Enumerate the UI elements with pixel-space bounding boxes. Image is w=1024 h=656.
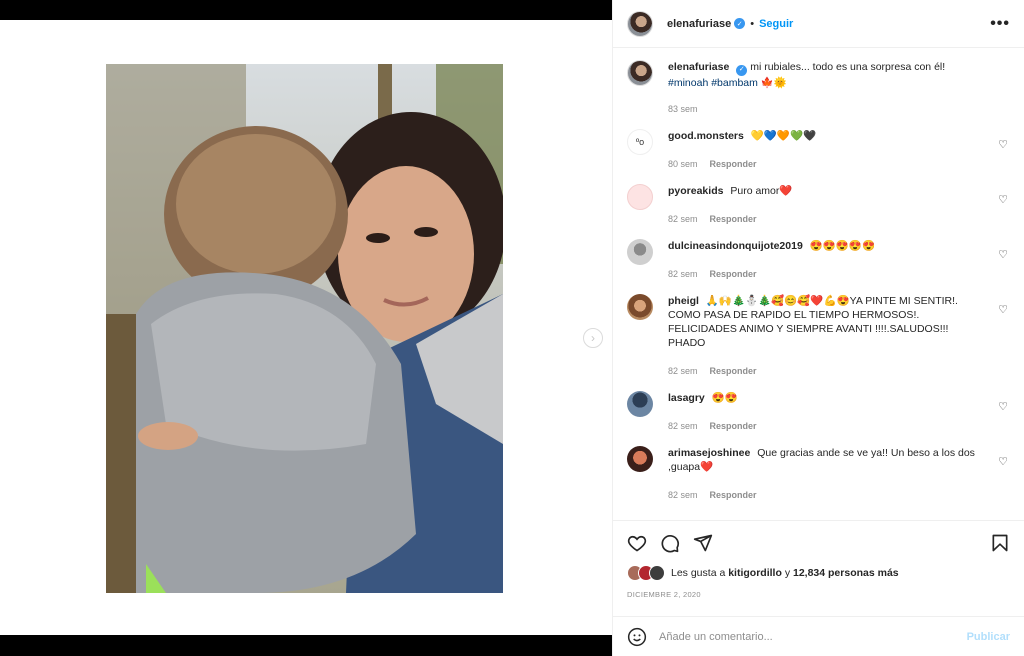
likes-count[interactable]: 12,834 personas más bbox=[793, 567, 899, 579]
reply-button[interactable]: Responder bbox=[710, 214, 757, 224]
heart-icon[interactable] bbox=[627, 533, 647, 553]
comment-author[interactable]: pyoreakids bbox=[668, 185, 723, 197]
separator-dot: • bbox=[750, 17, 755, 30]
comment-time[interactable]: 80 sem bbox=[668, 159, 698, 169]
comment-time[interactable]: 82 sem bbox=[668, 490, 698, 500]
caption-author[interactable]: elenafuriase bbox=[668, 61, 729, 73]
reply-button[interactable]: Responder bbox=[710, 269, 757, 279]
chevron-right-icon: › bbox=[591, 331, 595, 345]
comment-item: ºo good.monsters 💛💙🧡💚🖤 80 sem Responder ♡ bbox=[627, 128, 1010, 171]
comment-author[interactable]: pheigl bbox=[668, 295, 699, 307]
more-options-icon[interactable]: ••• bbox=[990, 15, 1010, 33]
post-date[interactable]: DICIEMBRE 2, 2020 bbox=[627, 590, 1010, 599]
comment-text: 😍😍😍😍😍 bbox=[809, 239, 876, 252]
liker-username[interactable]: kitigordillo bbox=[728, 567, 782, 579]
avatar[interactable] bbox=[627, 183, 653, 210]
caption-hashtags[interactable]: #minoah #bambam bbox=[668, 77, 758, 89]
caption-time[interactable]: 83 sem bbox=[668, 104, 698, 114]
comment-icon[interactable] bbox=[660, 533, 680, 553]
comment-author[interactable]: good.monsters bbox=[668, 130, 744, 142]
avatar[interactable] bbox=[627, 10, 653, 37]
like-comment-heart-icon[interactable]: ♡ bbox=[998, 455, 1008, 468]
reply-button[interactable]: Responder bbox=[710, 490, 757, 500]
caption: elenafuriase ✓ mi rubiales... todo es una… bbox=[627, 60, 1010, 116]
post-media-area: › bbox=[0, 20, 612, 635]
comment-text: Puro amor❤️ bbox=[730, 184, 793, 197]
comments-list[interactable]: elenafuriase ✓ mi rubiales... todo es una… bbox=[613, 48, 1024, 520]
smiley-icon[interactable] bbox=[627, 627, 647, 647]
share-icon[interactable] bbox=[693, 533, 713, 553]
comment-item: dulcineasindonquijote2019 😍😍😍😍😍 82 sem Re… bbox=[627, 238, 1010, 281]
photo-illustration bbox=[106, 64, 503, 593]
avatar[interactable] bbox=[627, 238, 653, 265]
comment-text: 💛💙🧡💚🖤 bbox=[750, 129, 817, 142]
post-author-name[interactable]: elenafuriase bbox=[667, 18, 731, 30]
likes-summary: Les gusta a kitigordillo y 12,834 person… bbox=[627, 565, 1010, 581]
avatar[interactable] bbox=[627, 60, 653, 86]
verified-badge-icon: ✓ bbox=[734, 18, 746, 29]
comment-item: arimasejoshinee Que gracias ande se ve y… bbox=[627, 445, 1010, 502]
post-actions: Les gusta a kitigordillo y 12,834 person… bbox=[613, 520, 1024, 616]
caption-emoji: 🍁🌞 bbox=[760, 76, 787, 89]
like-comment-heart-icon[interactable]: ♡ bbox=[998, 193, 1008, 206]
caption-text: mi rubiales... todo es una sorpresa con … bbox=[750, 61, 946, 73]
avatar[interactable]: ºo bbox=[627, 128, 653, 155]
comment-time[interactable]: 82 sem bbox=[668, 269, 698, 279]
comment-author[interactable]: lasagry bbox=[668, 392, 705, 404]
like-comment-heart-icon[interactable]: ♡ bbox=[998, 248, 1008, 261]
like-comment-heart-icon[interactable]: ♡ bbox=[998, 303, 1008, 316]
comment-item: pheigl 🙏🙌🎄⛄🎄🥰😊🥰❤️💪😍YA PINTE MI SENTIR!. … bbox=[627, 293, 1010, 378]
reply-button[interactable]: Responder bbox=[710, 366, 757, 376]
verified-badge-icon: ✓ bbox=[736, 64, 748, 76]
post-photo[interactable] bbox=[106, 64, 503, 593]
next-photo-button[interactable]: › bbox=[583, 328, 603, 348]
like-comment-heart-icon[interactable]: ♡ bbox=[998, 400, 1008, 413]
likes-suffix: y bbox=[784, 567, 791, 579]
post-side-panel: elenafuriase ✓ • Seguir ••• elenafuriase… bbox=[612, 0, 1024, 656]
reply-button[interactable]: Responder bbox=[710, 159, 757, 169]
avatar[interactable] bbox=[627, 293, 653, 320]
liker-avatars[interactable] bbox=[627, 565, 665, 581]
comment-input[interactable] bbox=[659, 630, 949, 643]
reply-button[interactable]: Responder bbox=[710, 421, 757, 431]
comment-author[interactable]: arimasejoshinee bbox=[668, 447, 750, 459]
comment-text: 🙏🙌🎄⛄🎄🥰😊🥰❤️💪😍YA PINTE MI SENTIR!. COMO PA… bbox=[668, 294, 958, 349]
comment-time[interactable]: 82 sem bbox=[668, 214, 698, 224]
comment-time[interactable]: 82 sem bbox=[668, 366, 698, 376]
add-comment-bar: Publicar bbox=[613, 616, 1024, 656]
publish-button[interactable]: Publicar bbox=[967, 631, 1010, 643]
bookmark-icon[interactable] bbox=[990, 533, 1010, 553]
comment-text: 😍😍 bbox=[711, 391, 738, 404]
comment-item: pyoreakids Puro amor❤️ 82 sem Responder ♡ bbox=[627, 183, 1010, 226]
follow-button[interactable]: Seguir bbox=[759, 18, 793, 30]
comment-author[interactable]: dulcineasindonquijote2019 bbox=[668, 240, 803, 252]
comment-time[interactable]: 82 sem bbox=[668, 421, 698, 431]
avatar[interactable] bbox=[627, 390, 653, 417]
post-header: elenafuriase ✓ • Seguir ••• bbox=[613, 0, 1024, 48]
like-comment-heart-icon[interactable]: ♡ bbox=[998, 138, 1008, 151]
avatar[interactable] bbox=[627, 445, 653, 472]
likes-prefix: Les gusta a bbox=[671, 567, 726, 579]
comment-item: lasagry 😍😍 82 sem Responder ♡ bbox=[627, 390, 1010, 433]
